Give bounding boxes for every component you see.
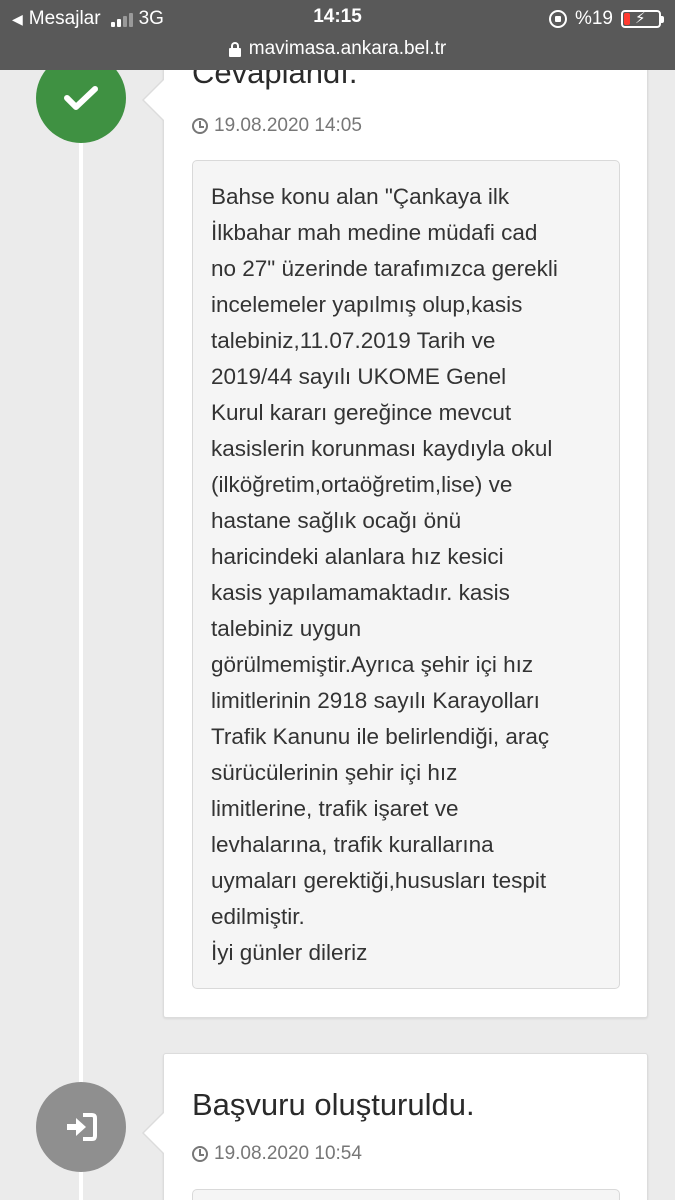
clock-icon xyxy=(192,118,208,134)
card-pointer xyxy=(142,78,165,122)
check-icon xyxy=(64,86,98,110)
sign-in-icon xyxy=(67,1113,97,1141)
status-right: %19 ⚡ xyxy=(548,6,664,32)
response-text: Bahse konu alan "Çankaya ilk İlkbahar ma… xyxy=(211,184,558,965)
card-date-text: 19.08.2020 14:05 xyxy=(214,115,362,136)
card-date: 19.08.2020 10:54 xyxy=(192,1143,362,1165)
orientation-lock-icon xyxy=(548,10,567,28)
card-date: 19.08.2020 14:05 xyxy=(192,115,362,137)
padlock-icon xyxy=(228,42,241,57)
url-bar[interactable]: mavimasa.ankara.bel.tr xyxy=(0,34,675,64)
battery-icon: ⚡ xyxy=(621,10,664,28)
card-title: Başvuru oluşturuldu. xyxy=(192,1087,475,1122)
page: ◀ Mesajlar 3G 14:15 %19 ⚡ mavimasa.ankar… xyxy=(0,0,675,1200)
card-pointer xyxy=(142,1111,165,1155)
timeline-line xyxy=(79,70,83,1200)
card-date-text: 19.08.2020 10:54 xyxy=(214,1143,362,1164)
url-text: mavimasa.ankara.bel.tr xyxy=(248,38,447,59)
charging-bolt-icon: ⚡ xyxy=(635,10,646,27)
response-box: Bahse konu alan "Çankaya ilk İlkbahar ma… xyxy=(192,160,620,989)
timeline-card-created: Başvuru oluşturuldu. 19.08.2020 10:54 xyxy=(142,1053,648,1200)
response-box xyxy=(192,1189,620,1200)
timeline-card-answered: Cevaplandı. 19.08.2020 14:05 Bahse konu … xyxy=(142,20,648,1018)
status-and-url-bar: ◀ Mesajlar 3G 14:15 %19 ⚡ mavimasa.ankar… xyxy=(0,0,675,70)
clock-icon xyxy=(192,1146,208,1162)
battery-fill xyxy=(624,13,631,25)
battery-percent: %19 xyxy=(574,8,613,29)
created-badge xyxy=(36,1082,126,1172)
